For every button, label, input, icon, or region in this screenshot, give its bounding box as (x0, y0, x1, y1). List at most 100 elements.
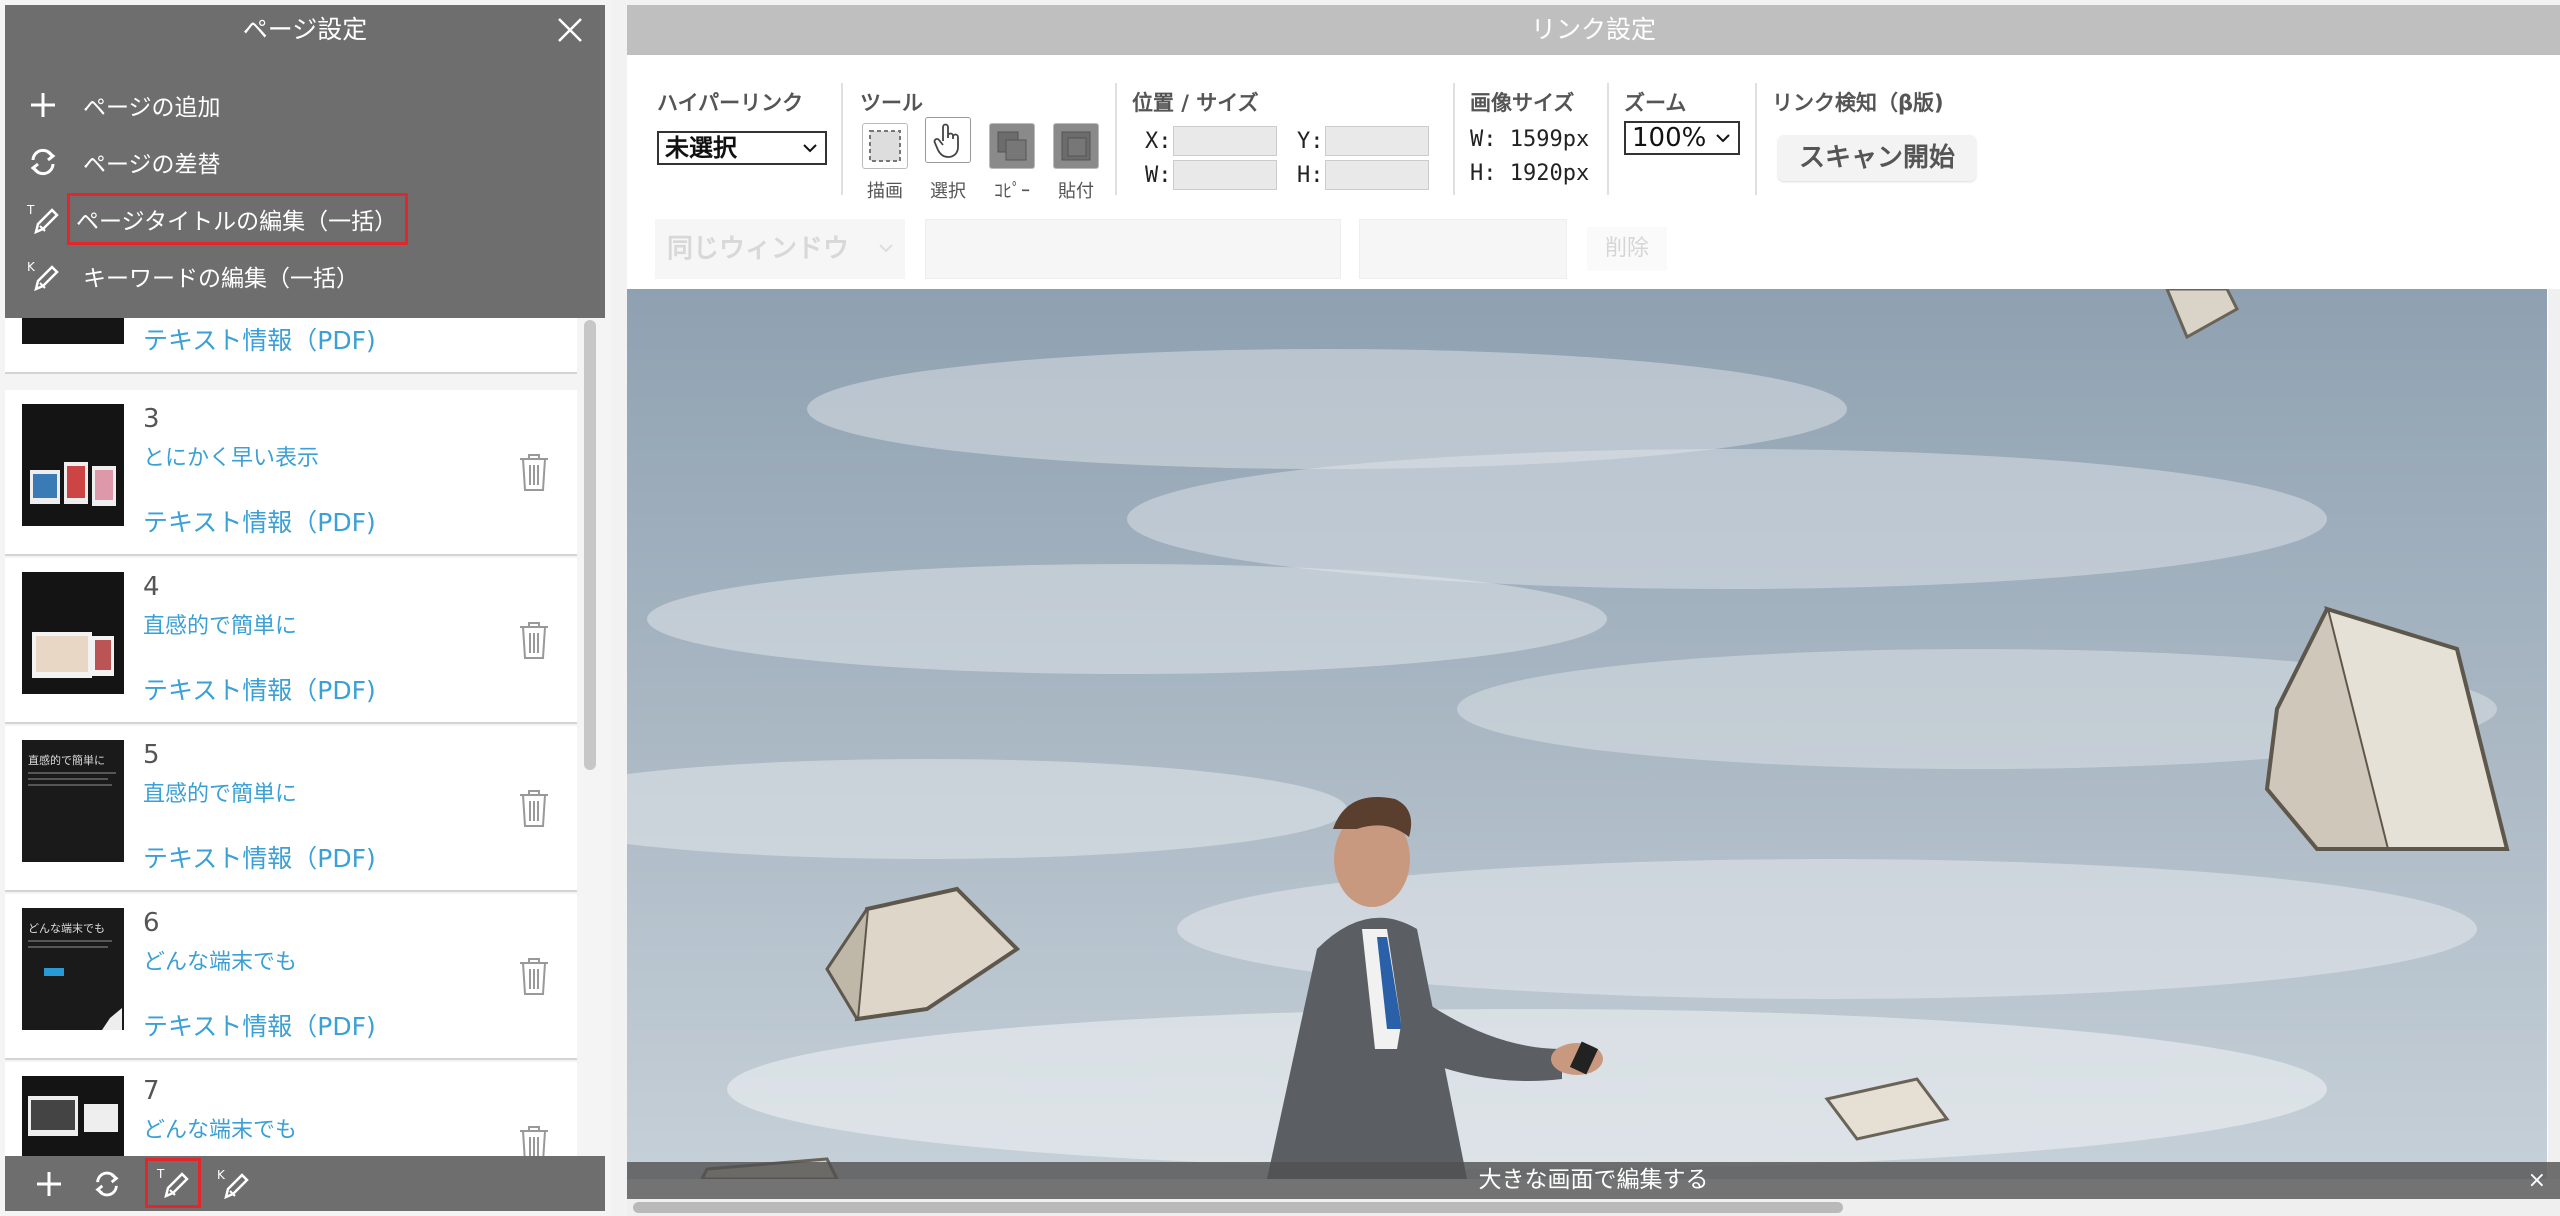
draw-tool-button[interactable] (862, 123, 908, 169)
trash-icon[interactable] (517, 956, 551, 996)
image-height: H: 1920px (1470, 161, 1590, 186)
menu-add-page-label: ページの追加 (83, 95, 221, 121)
scrollbar-thumb[interactable] (633, 1202, 1843, 1213)
link-settings-panel: リンク設定 ハイパーリンク 未選択 ツール 描画 選択 ｺﾋﾟｰ 貼付 位置 /… (627, 5, 2560, 1216)
page-image-canvas[interactable] (627, 289, 2547, 1179)
target-window-select[interactable]: 同じウィンドウ (655, 219, 905, 279)
h-input[interactable] (1325, 160, 1429, 190)
page-row[interactable]: 直感的で簡単に 5 直感的で簡単に テキスト情報（PDF) (5, 726, 577, 892)
page-number: 4 (143, 572, 160, 602)
y-label: Y: (1297, 129, 1324, 154)
page-thumbnail[interactable] (22, 572, 124, 694)
page-row[interactable]: テキスト情報（PDF) (5, 318, 577, 374)
page-settings-header: ページ設定 (5, 5, 605, 55)
page-settings-footer: T K (5, 1156, 605, 1211)
page-settings-panel: ページ設定 ページの追加 ページの差替 T ページタイトルの編集（一括） K キ… (0, 0, 612, 1216)
menu-replace-page[interactable]: ページの差替 (25, 139, 229, 185)
select-tool-button[interactable] (925, 117, 971, 163)
link-url-input[interactable] (925, 219, 1341, 279)
chevron-down-icon (803, 144, 817, 153)
canvas-vertical-scrollbar[interactable] (2548, 289, 2560, 1179)
zoom-select-value: 100% (1632, 123, 1707, 153)
footer-add-button[interactable] (27, 1162, 71, 1206)
page-title[interactable]: 直感的で簡単に (143, 608, 297, 640)
link-settings-header: リンク設定 (627, 5, 2560, 55)
large-edit-bar[interactable]: 大きな画面で編集する × (627, 1162, 2560, 1199)
link-extra-input[interactable] (1359, 219, 1567, 279)
toolbar-divider (1607, 83, 1609, 195)
footer-edit-titles-button[interactable]: T (145, 1158, 201, 1208)
scan-start-button[interactable]: スキャン開始 (1778, 135, 1976, 181)
title-edit-icon: T (25, 201, 61, 237)
page-title[interactable]: どんな端末でも (143, 944, 297, 976)
pdf-text-link[interactable]: テキスト情報（PDF) (143, 671, 376, 707)
page-image (627, 289, 2547, 1179)
x-input[interactable] (1173, 126, 1277, 156)
copy-tool-button[interactable] (989, 123, 1035, 169)
copy-tool-label: ｺﾋﾟｰ (994, 181, 1030, 202)
paste-icon (1061, 131, 1091, 161)
svg-text:K: K (217, 1168, 226, 1182)
page-thumbnail[interactable]: 直感的で簡単に (22, 740, 124, 862)
page-title[interactable]: 直感的で簡単に (143, 776, 297, 808)
page-title[interactable]: とにかく早い表示 (143, 440, 319, 472)
link-toolbar: ハイパーリンク 未選択 ツール 描画 選択 ｺﾋﾟｰ 貼付 位置 / サイズ X… (627, 55, 2560, 209)
h-label: H: (1297, 163, 1324, 188)
page-row[interactable]: 3 とにかく早い表示 テキスト情報（PDF) (5, 390, 577, 556)
close-icon[interactable]: × (2528, 1162, 2546, 1199)
trash-icon[interactable] (517, 1124, 551, 1156)
title-edit-icon: T (156, 1167, 189, 1199)
page-thumbnail[interactable] (22, 318, 124, 344)
page-menu: ページの追加 ページの差替 T ページタイトルの編集（一括） K キーワードの編… (5, 55, 605, 318)
trash-icon[interactable] (517, 620, 551, 660)
image-size-label: 画像サイズ (1470, 91, 1575, 115)
paste-tool-label: 貼付 (1058, 181, 1094, 202)
page-number: 6 (143, 908, 160, 938)
menu-add-page[interactable]: ページの追加 (25, 82, 229, 128)
toolbar-divider (1115, 83, 1117, 195)
menu-replace-page-label: ページの差替 (83, 152, 221, 178)
page-thumbnail[interactable] (22, 404, 124, 526)
page-row[interactable]: 7 どんな端末でも (5, 1062, 577, 1156)
link-detail-bar: 同じウィンドウ 削除 (627, 209, 2560, 289)
image-width: W: 1599px (1470, 127, 1590, 152)
zoom-select[interactable]: 100% (1624, 121, 1740, 155)
pdf-text-link[interactable]: テキスト情報（PDF) (143, 839, 376, 875)
large-edit-label: 大きな画面で編集する (1478, 1167, 1709, 1193)
menu-edit-keywords-label: キーワードの編集（一括） (83, 266, 359, 292)
tools-label: ツール (860, 91, 923, 115)
menu-edit-titles[interactable]: T ページタイトルの編集（一括） (25, 193, 409, 245)
thumb-text: どんな端末でも (28, 921, 105, 935)
paste-tool-button[interactable] (1053, 123, 1099, 169)
chevron-down-icon (879, 244, 893, 253)
footer-replace-button[interactable] (85, 1162, 129, 1206)
copy-icon (997, 131, 1027, 161)
w-input[interactable] (1173, 160, 1277, 190)
trash-icon[interactable] (517, 788, 551, 828)
page-row[interactable]: 4 直感的で簡単に テキスト情報（PDF) (5, 558, 577, 724)
page-list-scrollbar[interactable] (584, 320, 596, 770)
footer-edit-keywords-button[interactable]: K (211, 1162, 255, 1206)
delete-link-button[interactable]: 削除 (1587, 227, 1667, 271)
chevron-down-icon (1716, 134, 1730, 143)
page-row[interactable]: どんな端末でも 6 どんな端末でも テキスト情報（PDF) (5, 894, 577, 1060)
hyperlink-select[interactable]: 未選択 (657, 131, 827, 165)
page-thumbnail[interactable]: どんな端末でも (22, 908, 124, 1030)
pdf-text-link[interactable]: テキスト情報（PDF) (143, 503, 376, 539)
plus-icon (37, 1172, 61, 1196)
y-input[interactable] (1325, 126, 1429, 156)
thumb-text: 直感的で簡単に (28, 753, 105, 767)
trash-icon[interactable] (517, 452, 551, 492)
x-label: X: (1145, 129, 1172, 154)
pdf-text-link[interactable]: テキスト情報（PDF) (143, 321, 376, 357)
canvas-horizontal-scrollbar[interactable] (627, 1199, 2560, 1216)
draw-tool-label: 描画 (867, 181, 903, 202)
page-title[interactable]: どんな端末でも (143, 1112, 297, 1144)
menu-edit-keywords[interactable]: K キーワードの編集（一括） (25, 253, 367, 299)
page-thumbnail[interactable] (22, 1076, 124, 1156)
pdf-text-link[interactable]: テキスト情報（PDF) (143, 1007, 376, 1043)
close-icon[interactable] (557, 17, 583, 43)
hand-select-icon (933, 123, 959, 158)
link-detect-label: リンク検知（β版) (1772, 91, 1944, 115)
svg-text:T: T (26, 203, 35, 217)
